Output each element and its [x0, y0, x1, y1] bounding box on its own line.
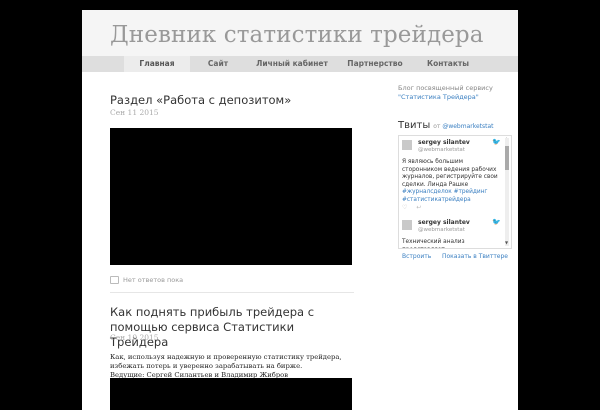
tweet-author-name[interactable]: sergey silantev [418, 219, 470, 226]
tweet-author-handle[interactable]: @webmarketstat [418, 227, 465, 233]
blurb-link[interactable]: "Статистика Трейдера" [398, 93, 479, 101]
tweet-author-name[interactable]: sergey silantev [418, 139, 470, 146]
post-divider [110, 292, 354, 293]
avatar[interactable] [402, 140, 412, 150]
tweet-text: Технический анализ представляет [402, 239, 465, 248]
tweet-body: Я являюсь большим сторонником ведения ра… [402, 159, 498, 188]
nav-item-home[interactable]: Главная [124, 56, 190, 72]
nav-item-account[interactable]: Личный кабинет [246, 56, 338, 72]
twitter-from: от @webmarketstat [433, 123, 493, 130]
twitter-widget-header: Твиты от @webmarketstat [398, 120, 494, 131]
twitter-timeline[interactable]: sergey silantev @webmarketstat 🐦 Я являю… [398, 135, 512, 249]
scroll-thumb[interactable] [505, 146, 509, 170]
site-title[interactable]: Дневник статистики трейдера [110, 22, 484, 48]
twitter-from-label: от [433, 123, 441, 130]
twitter-handle-link[interactable]: @webmarketstat [442, 123, 493, 130]
nav-item-site[interactable]: Сайт [190, 56, 246, 72]
video-player[interactable] [110, 128, 352, 265]
excerpt-line: Как, используя надежную и проверенную ст… [110, 353, 342, 370]
tweet-actions: ♡ ↩ [402, 204, 421, 211]
nav-item-contacts[interactable]: Контакты [412, 56, 484, 72]
post-date: Сен 10 2015 [110, 333, 159, 342]
blurb-text: Блог посвященный сервису [398, 84, 493, 92]
post-date: Сен 11 2015 [110, 108, 159, 117]
post-title[interactable]: Как поднять прибыль трейдера с помощью с… [110, 305, 350, 350]
twitter-bird-icon: 🐦 [492, 218, 501, 226]
comments-label: Нет ответов пока [123, 276, 184, 284]
tweet-author-handle[interactable]: @webmarketstat [418, 147, 465, 153]
reply-icon[interactable]: ↩ [416, 204, 421, 211]
video-player[interactable] [110, 378, 352, 410]
twitter-widget-title: Твиты [398, 120, 431, 131]
sidebar-blurb: Блог посвященный сервису "Статистика Тре… [398, 84, 510, 102]
heart-icon[interactable]: ♡ [402, 204, 407, 211]
nav-item-partnership[interactable]: Партнерство [338, 56, 412, 72]
scrollbar[interactable] [505, 138, 509, 246]
comment-icon [110, 276, 119, 284]
main-nav: Главная Сайт Личный кабинет Партнерство … [82, 56, 518, 72]
twitter-bird-icon: 🐦 [492, 138, 501, 146]
twitter-footer: Встроить Показать в Твиттере [398, 251, 512, 262]
tweet-text: Я являюсь большим сторонником ведения ра… [402, 159, 502, 205]
post-title[interactable]: Раздел «Работа с депозитом» [110, 93, 360, 108]
post-comments[interactable]: Нет ответов пока [110, 276, 183, 284]
site-header: Дневник статистики трейдера [82, 10, 518, 56]
embed-link[interactable]: Встроить [398, 251, 435, 262]
view-on-twitter-link[interactable]: Показать в Твиттере [438, 251, 512, 262]
avatar[interactable] [402, 220, 412, 230]
tweet-hashtags[interactable]: #журналсделок #трейдинг #статистикатрейд… [402, 189, 487, 203]
scroll-down-icon[interactable]: ▼ [505, 240, 508, 245]
post-excerpt: Как, используя надежную и проверенную ст… [110, 353, 360, 380]
page: Дневник статистики трейдера Главная Сайт… [82, 10, 518, 410]
